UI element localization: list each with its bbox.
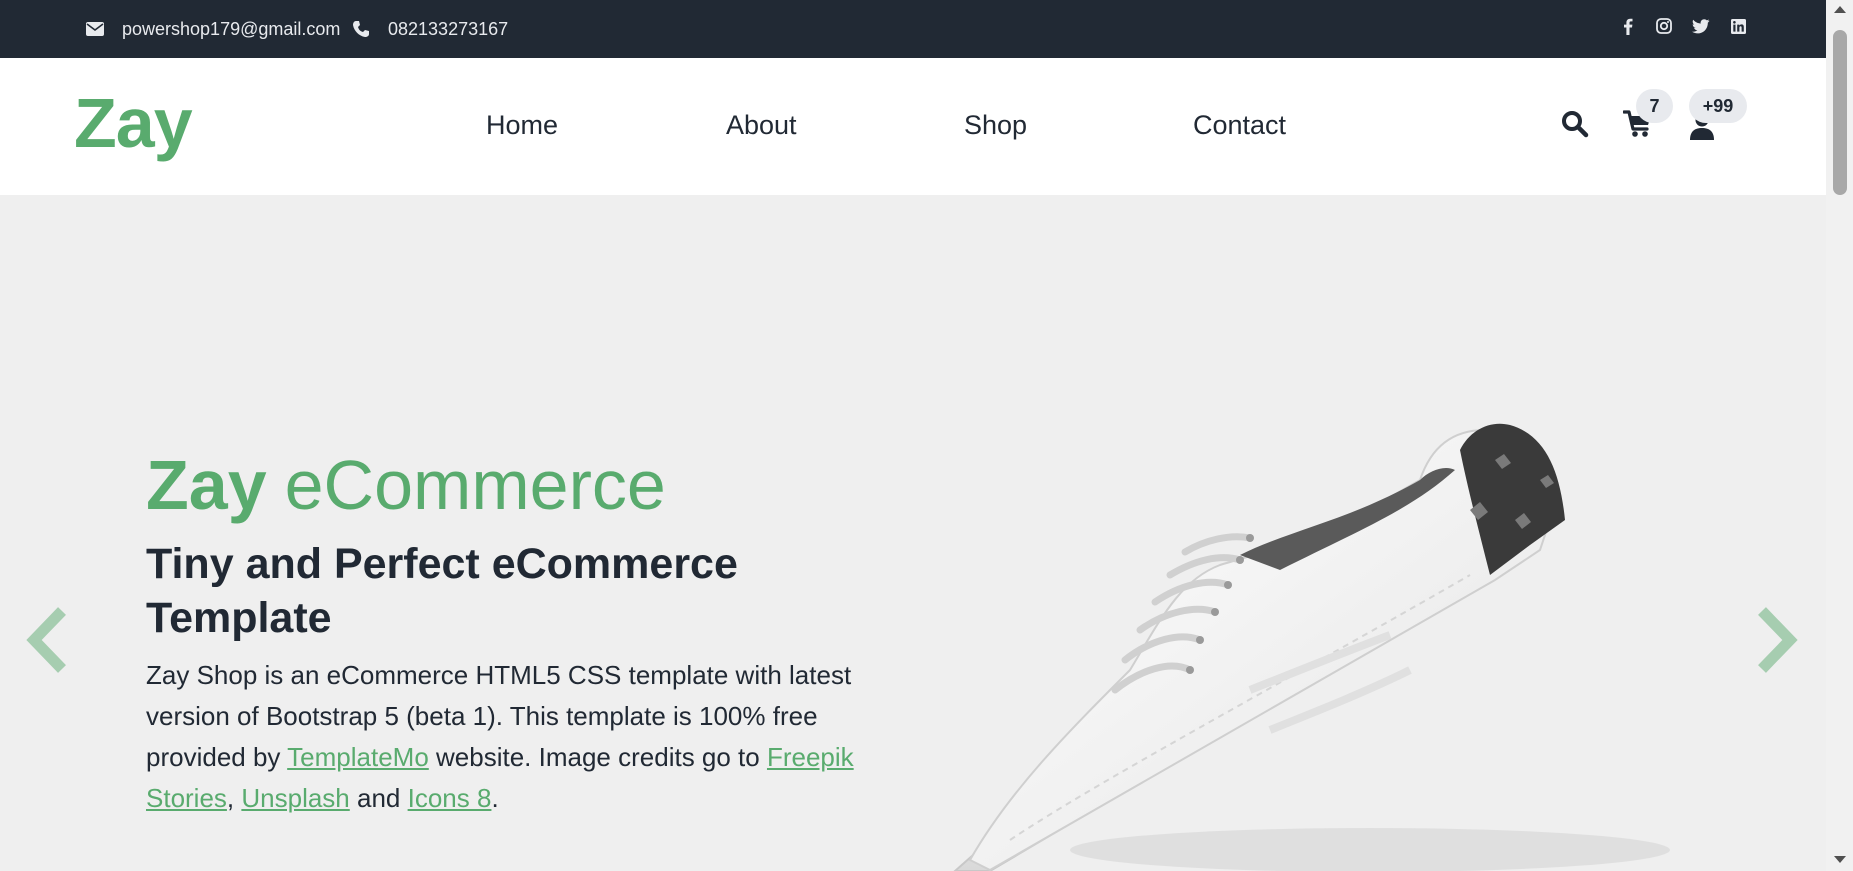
phone-icon bbox=[353, 21, 369, 37]
nav-home[interactable]: Home bbox=[486, 110, 558, 141]
hero-carousel: Zay eCommerce Tiny and Perfect eCommerce … bbox=[0, 195, 1826, 871]
hero-text-5: . bbox=[491, 783, 499, 813]
vertical-scrollbar[interactable] bbox=[1826, 0, 1853, 871]
main-header: Zay Home About Shop Contact 7 +99 bbox=[0, 58, 1826, 195]
nav-contact[interactable]: Contact bbox=[1193, 110, 1286, 141]
top-info-bar: powershop179@gmail.com 082133273167 bbox=[0, 0, 1826, 58]
carousel-prev-icon[interactable] bbox=[24, 605, 70, 680]
linkedin-icon[interactable] bbox=[1727, 15, 1749, 37]
carousel-next-icon[interactable] bbox=[1754, 605, 1800, 680]
phone-link[interactable]: 082133273167 bbox=[352, 0, 508, 58]
scroll-up-arrow-icon[interactable] bbox=[1834, 6, 1846, 13]
hero-text-3: , bbox=[226, 783, 242, 813]
cart-count-badge: 7 bbox=[1636, 89, 1673, 123]
link-icons8[interactable]: Icons 8 bbox=[408, 783, 492, 813]
instagram-icon[interactable] bbox=[1653, 15, 1675, 37]
scroll-down-arrow-icon[interactable] bbox=[1834, 856, 1846, 863]
email-link[interactable]: powershop179@gmail.com bbox=[86, 0, 340, 58]
hero-title: Zay eCommerce bbox=[146, 445, 666, 525]
brand-logo[interactable]: Zay bbox=[74, 83, 193, 163]
user-count-badge: +99 bbox=[1689, 89, 1747, 123]
hero-text-4: and bbox=[349, 783, 408, 813]
email-text: powershop179@gmail.com bbox=[122, 18, 341, 39]
link-templatemo[interactable]: TemplateMo bbox=[287, 742, 429, 772]
nav-shop[interactable]: Shop bbox=[964, 110, 1027, 141]
hero-text-2: website. Image credits go to bbox=[428, 742, 767, 772]
page: powershop179@gmail.com 082133273167 Zay … bbox=[0, 0, 1853, 871]
hero-title-light: eCommerce bbox=[284, 446, 666, 524]
phone-text: 082133273167 bbox=[388, 18, 509, 39]
facebook-icon[interactable] bbox=[1617, 15, 1639, 37]
scroll-thumb[interactable] bbox=[1833, 30, 1847, 195]
nav-about[interactable]: About bbox=[726, 110, 797, 141]
twitter-icon[interactable] bbox=[1690, 15, 1712, 37]
hero-subtitle: Tiny and Perfect eCommerce Template bbox=[146, 540, 738, 642]
envelope-icon bbox=[86, 22, 104, 36]
sneaker-image bbox=[953, 423, 1670, 871]
search-icon[interactable] bbox=[1560, 108, 1590, 140]
hero-title-bold: Zay bbox=[146, 446, 267, 524]
link-unsplash[interactable]: Unsplash bbox=[241, 783, 349, 813]
hero-description: Zay Shop is an eCommerce HTML5 CSS templ… bbox=[146, 655, 896, 819]
